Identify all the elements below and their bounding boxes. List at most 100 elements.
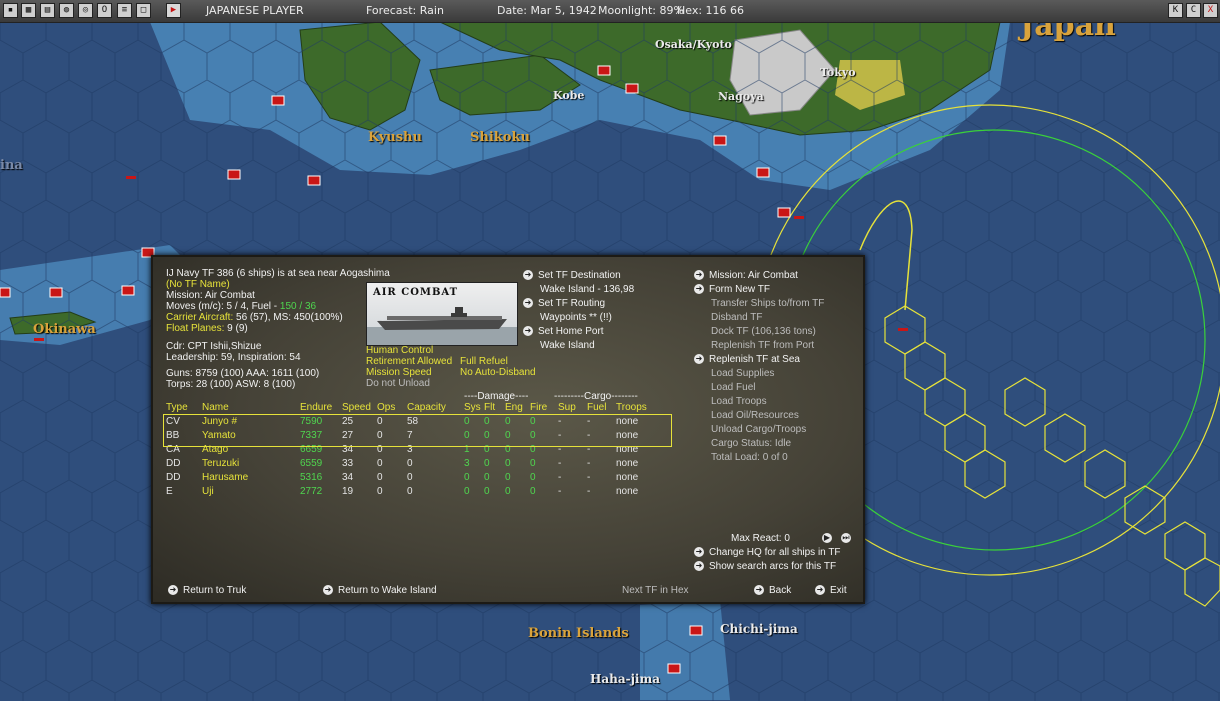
table-row[interactable]: DD Harusame 5316 34 0 0 0 0 0 0 - - none: [166, 472, 676, 485]
map-label-tokyo: Tokyo: [820, 66, 856, 79]
return-to-truk-button[interactable]: ➜ Return to Truk: [168, 585, 246, 596]
dock-tf-button[interactable]: Dock TF (106,136 tons): [711, 326, 816, 337]
unload-toggle[interactable]: Do not Unload: [366, 378, 430, 389]
cell-speed: 34: [342, 472, 354, 483]
button-c[interactable]: C: [1186, 3, 1201, 18]
cell-troops: none: [616, 486, 639, 497]
load-fuel-button[interactable]: Load Fuel: [711, 382, 755, 393]
button-k[interactable]: K: [1168, 3, 1183, 18]
refuel-toggle[interactable]: Full Refuel: [460, 356, 508, 367]
load-oil-button[interactable]: Load Oil/Resources: [711, 410, 799, 421]
back-button[interactable]: ➜ Back: [754, 585, 791, 596]
show-search-arcs-button[interactable]: ➜ Show search arcs for this TF: [694, 561, 836, 572]
cell-type: DD: [166, 472, 181, 483]
mission-button[interactable]: ➜ Mission: Air Combat: [694, 270, 798, 281]
col-header-endure[interactable]: Endure: [300, 402, 332, 413]
play-icon[interactable]: ▶: [166, 3, 181, 18]
cell-speed: 19: [342, 486, 354, 497]
retirement-toggle[interactable]: Retirement Allowed: [366, 356, 452, 367]
arrow-icon: ➜: [694, 354, 704, 365]
change-hq-button[interactable]: ➜ Change HQ for all ships in TF: [694, 547, 841, 558]
col-header-type[interactable]: Type: [166, 402, 188, 413]
arrow-icon: ➜: [323, 585, 333, 596]
cell-name[interactable]: Harusame: [202, 472, 248, 483]
col-header-ops[interactable]: Ops: [377, 402, 395, 413]
cell-ops: 0: [377, 458, 383, 469]
tf-mission: Mission: Air Combat: [166, 290, 255, 301]
ops-icon[interactable]: O: [97, 3, 112, 18]
cell-flt: 0: [484, 472, 490, 483]
map-label-okinawa: Okinawa: [33, 322, 96, 337]
globe-icon[interactable]: ◍: [59, 3, 74, 18]
cell-sys: 0: [464, 486, 470, 497]
map-icon[interactable]: ▤: [40, 3, 55, 18]
load-troops-button[interactable]: Load Troops: [711, 396, 767, 407]
arrow-icon: ➜: [694, 270, 704, 281]
arrow-icon: ➜: [523, 270, 533, 281]
return-to-wake-button[interactable]: ➜ Return to Wake Island: [323, 585, 437, 596]
table-row[interactable]: E Uji 2772 19 0 0 0 0 0 0 - - none: [166, 486, 676, 499]
auto-disband-toggle[interactable]: No Auto-Disband: [460, 367, 536, 378]
col-header-name[interactable]: Name: [202, 402, 229, 413]
tf-carrier-aircraft[interactable]: Carrier Aircraft: 56 (57), MS: 450(100%): [166, 312, 343, 323]
cell-sup: -: [558, 486, 562, 497]
window-icon[interactable]: □: [136, 3, 151, 18]
table-row[interactable]: DD Teruzuki 6559 33 0 0 3 0 0 0 - - none: [166, 458, 676, 471]
cell-flt: 0: [484, 486, 490, 497]
col-header-flt[interactable]: Flt: [484, 402, 495, 413]
player-label: JAPANESE PLAYER: [206, 4, 304, 17]
cell-sys: 0: [464, 472, 470, 483]
cell-type: DD: [166, 458, 181, 469]
button-x[interactable]: X: [1203, 3, 1218, 18]
set-routing-button[interactable]: ➜ Set TF Routing: [523, 298, 605, 309]
col-header-fire[interactable]: Fire: [530, 402, 547, 413]
tf-moves: Moves (m/c): 5 / 4, Fuel - 150 / 36: [166, 301, 317, 312]
map-label-shikoku: Shikoku: [470, 130, 530, 145]
replenish-port-button[interactable]: Replenish TF from Port: [711, 340, 814, 351]
cell-name[interactable]: Uji: [202, 486, 214, 497]
arrow-icon: ➜: [694, 561, 704, 572]
cell-eng: 0: [505, 486, 511, 497]
col-header-fuel[interactable]: Fuel: [587, 402, 606, 413]
form-new-tf-button[interactable]: ➜ Form New TF: [694, 284, 770, 295]
tf-float-planes[interactable]: Float Planes: 9 (9): [166, 323, 248, 334]
load-supplies-button[interactable]: Load Supplies: [711, 368, 774, 379]
cell-capacity: 0: [407, 486, 413, 497]
task-force-panel: IJ Navy TF 386 (6 ships) is at sea near …: [151, 255, 865, 604]
replenish-sea-button[interactable]: ➜ Replenish TF at Sea: [694, 354, 800, 365]
col-header-troops[interactable]: Troops: [616, 402, 647, 413]
unload-cargo-button[interactable]: Unload Cargo/Troops: [711, 424, 806, 435]
cell-fuel: -: [587, 458, 591, 469]
transfer-ships-button[interactable]: Transfer Ships to/from TF: [711, 298, 824, 309]
col-header-speed[interactable]: Speed: [342, 402, 371, 413]
set-home-port-button[interactable]: ➜ Set Home Port: [523, 326, 604, 337]
react-last-icon[interactable]: ⏭: [841, 533, 851, 543]
cell-troops: none: [616, 472, 639, 483]
cell-ops: 0: [377, 472, 383, 483]
tf-guns: Guns: 8759 (100) AAA: 1611 (100): [166, 368, 320, 379]
tf-commander[interactable]: Cdr: CPT Ishii,Shizue: [166, 341, 261, 352]
top-bar: ▪ ▦ ▤ ◍ ◎ O ≡ □ ▶ JAPANESE PLAYER Foreca…: [0, 0, 1220, 23]
mission-speed-toggle[interactable]: Mission Speed: [366, 367, 432, 378]
col-header-sys[interactable]: Sys: [464, 402, 481, 413]
set-destination-button[interactable]: ➜ Set TF Destination: [523, 270, 621, 281]
react-next-icon[interactable]: ▶: [822, 533, 832, 543]
col-header-eng[interactable]: Eng: [505, 402, 523, 413]
next-tf-button[interactable]: Next TF in Hex: [622, 585, 689, 596]
arrow-icon: ➜: [815, 585, 825, 596]
end-turn-icon[interactable]: ▪: [3, 3, 18, 18]
col-header-capacity[interactable]: Capacity: [407, 402, 446, 413]
tf-name[interactable]: (No TF Name): [166, 279, 230, 290]
cell-sys: 3: [464, 458, 470, 469]
disband-tf-button[interactable]: Disband TF: [711, 312, 763, 323]
intel-icon[interactable]: ◎: [78, 3, 93, 18]
home-port-value: Wake Island: [540, 340, 595, 351]
cell-name[interactable]: Teruzuki: [202, 458, 239, 469]
human-control-toggle[interactable]: Human Control: [366, 345, 433, 356]
tf-header: IJ Navy TF 386 (6 ships) is at sea near …: [166, 268, 390, 279]
exit-button[interactable]: ➜ Exit: [815, 585, 847, 596]
col-header-sup[interactable]: Sup: [558, 402, 576, 413]
reports-icon[interactable]: ≡: [117, 3, 132, 18]
stats-icon[interactable]: ▦: [21, 3, 36, 18]
cargo-status: Cargo Status: Idle: [711, 438, 792, 449]
